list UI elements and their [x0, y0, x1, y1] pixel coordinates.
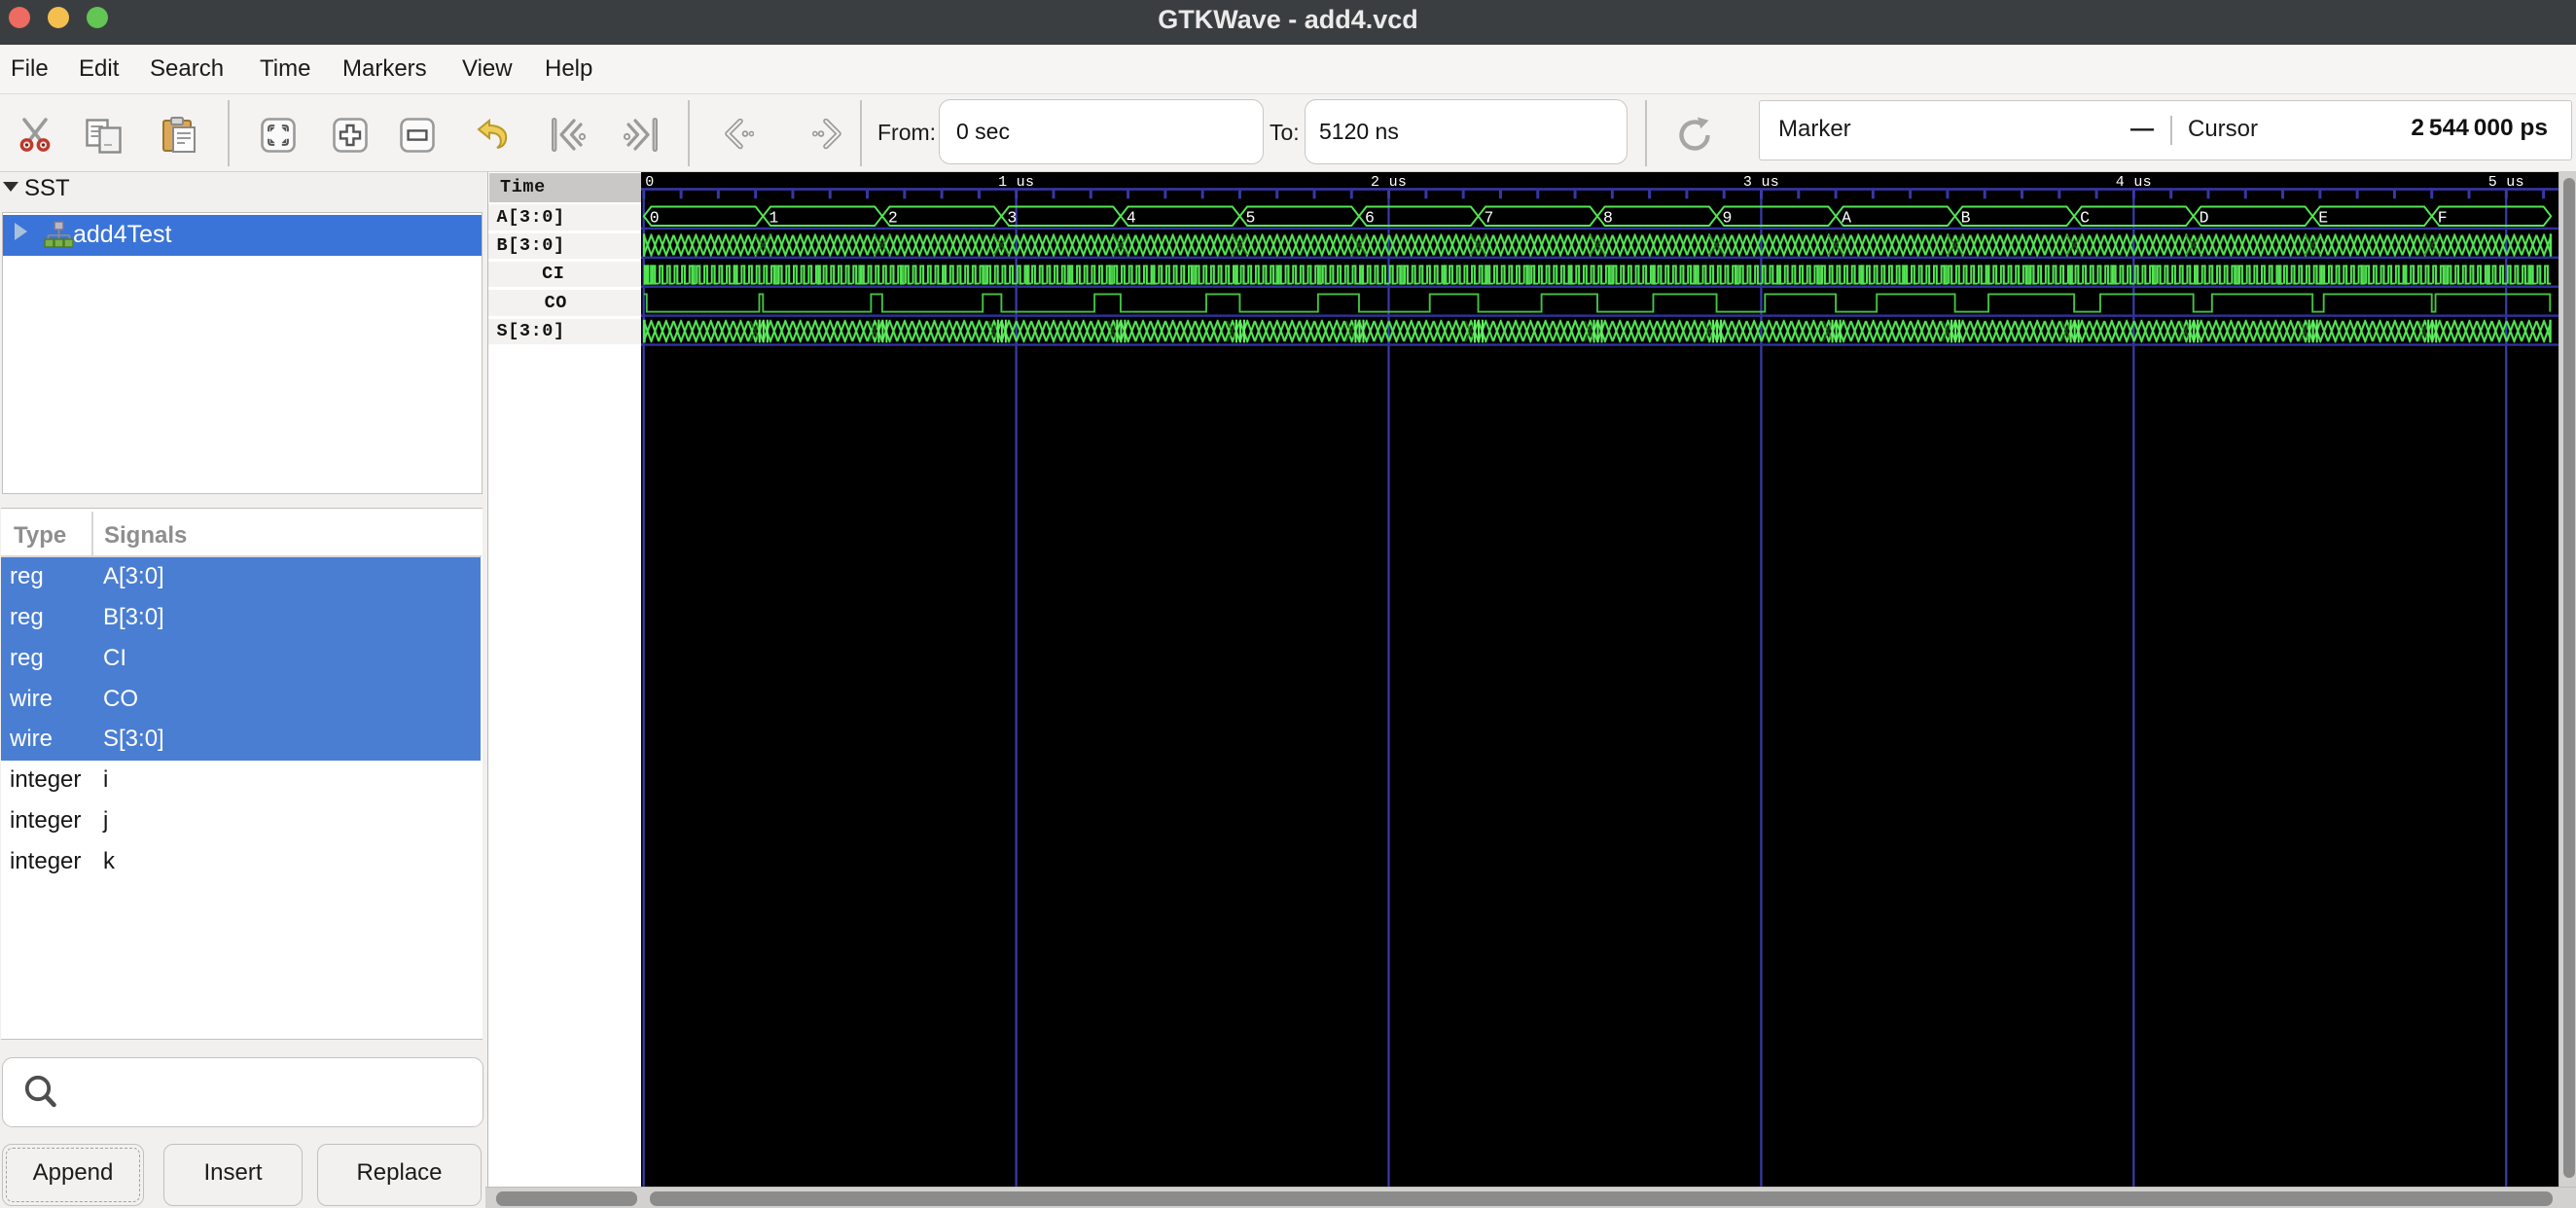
svg-text:3: 3 — [1007, 208, 1017, 227]
svg-text:2: 2 — [888, 208, 898, 227]
svg-text:1 us: 1 us — [998, 174, 1034, 191]
svg-text:5 us: 5 us — [2488, 174, 2524, 191]
svg-text:0: 0 — [650, 208, 660, 227]
svg-text:D: D — [2200, 208, 2209, 227]
svg-text:6: 6 — [1365, 208, 1375, 227]
svg-text:9: 9 — [1723, 208, 1733, 227]
svg-text:1: 1 — [769, 208, 778, 227]
svg-text:5: 5 — [1245, 208, 1255, 227]
svg-text:3 us: 3 us — [1743, 174, 1779, 191]
svg-text:F: F — [2438, 208, 2448, 227]
svg-text:2 us: 2 us — [1371, 174, 1407, 191]
svg-text:0: 0 — [645, 174, 654, 191]
svg-text:B: B — [1961, 208, 1971, 227]
svg-text:E: E — [2318, 208, 2328, 227]
svg-text:4: 4 — [1127, 208, 1136, 227]
svg-text:4 us: 4 us — [2116, 174, 2152, 191]
svg-text:8: 8 — [1603, 208, 1613, 227]
svg-text:C: C — [2080, 208, 2090, 227]
svg-text:A: A — [1842, 208, 1851, 227]
svg-text:7: 7 — [1485, 208, 1494, 227]
